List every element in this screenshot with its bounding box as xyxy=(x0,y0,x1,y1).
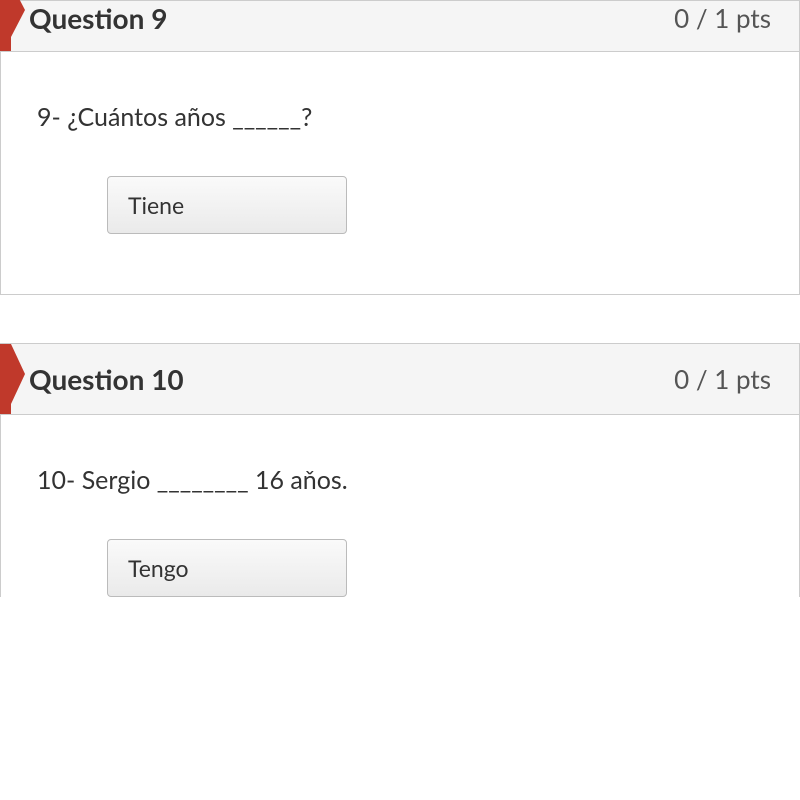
question-points: 0 / 1 pts xyxy=(674,363,771,395)
question-prompt: 10- Sergio ________ 16 aňos. xyxy=(37,465,763,495)
question-header: Question 9 0 / 1 pts xyxy=(1,1,799,52)
question-block-9: Question 9 0 / 1 pts 9- ¿Cuántos años __… xyxy=(0,0,800,295)
question-title: Question 9 xyxy=(29,1,167,35)
question-header: Question 10 0 / 1 pts xyxy=(1,344,799,415)
answer-choice-button[interactable]: Tengo xyxy=(107,539,347,597)
question-points: 0 / 1 pts xyxy=(674,2,771,34)
answer-choice-button[interactable]: Tiene xyxy=(107,176,347,234)
question-body: 10- Sergio ________ 16 aňos. Tengo xyxy=(1,415,799,597)
question-block-10: Question 10 0 / 1 pts 10- Sergio _______… xyxy=(0,343,800,597)
question-prompt: 9- ¿Cuántos años ______? xyxy=(37,102,763,132)
question-title: Question 10 xyxy=(29,362,184,396)
question-body: 9- ¿Cuántos años ______? Tiene xyxy=(1,52,799,294)
incorrect-ribbon-icon xyxy=(0,0,11,51)
incorrect-ribbon-icon xyxy=(0,344,11,414)
